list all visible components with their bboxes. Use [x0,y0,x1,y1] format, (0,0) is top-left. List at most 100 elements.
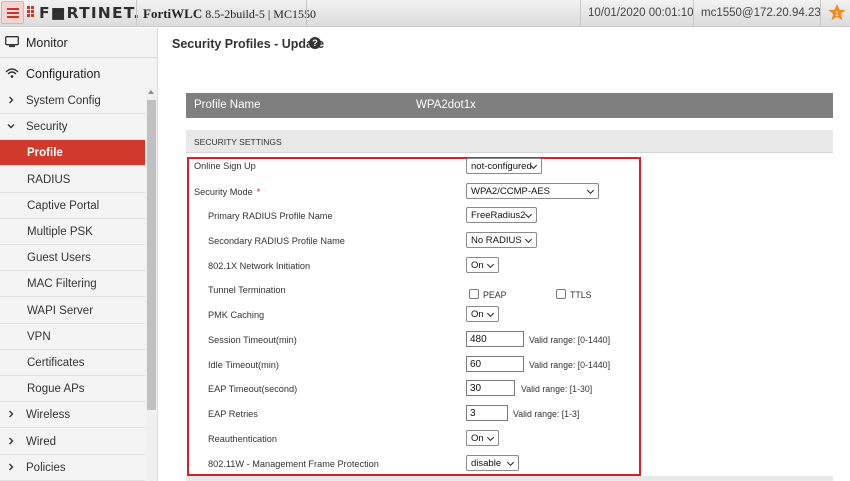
eap-timeout-label: EAP Timeout(second) [208,384,298,394]
security-mode-label: Security Mode * [194,187,261,197]
sidebar-item-label: Profile [27,147,63,160]
fortinet-logo-grid-icon [27,6,37,18]
idle-timeout-label: Idle Timeout(min) [208,360,279,370]
session-timeout-input[interactable] [466,331,524,347]
chevron-down-icon [486,433,495,442]
sidebar-item-label: Captive Portal [27,199,100,212]
logo-text: F■RTINET. [39,4,141,22]
eap-retries-hint: Valid range: [1-3] [513,409,580,419]
sidebar-item-security[interactable]: Security [0,114,145,141]
sidebar-item-label: Security [26,121,68,134]
sidebar-item-profile[interactable]: Profile [0,140,145,167]
session-timeout-label: Session Timeout(min) [208,335,297,345]
sidebar-configuration[interactable]: Configuration [0,59,158,89]
peap-checkbox[interactable] [469,289,479,299]
alert-star-icon[interactable]: 1 [827,3,847,23]
sidebar-item-mac-filtering[interactable]: MAC Filtering [0,271,145,298]
sidebar-item-radius[interactable]: RADIUS [0,166,145,193]
page-title: Security Profiles - Update [172,37,325,51]
sidebar-item-label: Certificates [27,357,85,369]
chevron-right-icon [9,463,14,471]
chevron-right-icon [9,96,14,104]
sidebar-item-label: Guest Users [27,252,91,265]
sidebar-item-label: Wireless [26,409,71,422]
sidebar-item-vpn[interactable]: VPN [0,323,145,350]
sidebar: Monitor Configuration System Config Secur… [0,28,158,481]
hamburger-menu-icon[interactable] [1,1,24,24]
sidebar-item-label: Policies [26,461,66,474]
sidebar-item-guest-users[interactable]: Guest Users [0,245,145,272]
chevron-down-icon [524,210,533,219]
chevron-down-icon [7,124,15,129]
chevron-right-icon [9,437,14,445]
profile-name-value: WPA2dot1x [416,99,476,111]
online-signup-label: Online Sign Up [194,161,256,171]
profile-name-label: Profile Name [194,99,261,111]
primary-radius-select[interactable]: FreeRadius2 [466,207,537,223]
datetime: 10/01/2020 00:01:10 [588,7,694,19]
product-version: 8.5-2build-5 | MC1550 [205,7,316,21]
sidebar-item-label: Multiple PSK [27,226,93,238]
sidebar-item-policies[interactable]: Policies [0,454,145,481]
sidebar-item-label: MAC Filtering [27,278,97,291]
sidebar-item-label: Wired [26,435,57,448]
chevron-right-icon [9,410,14,418]
sidebar-scrollbar[interactable] [146,88,157,481]
eap-retries-label: EAP Retries [208,409,258,419]
scroll-thumb[interactable] [147,100,156,410]
secondary-radius-select[interactable]: No RADIUS [466,232,537,248]
monitor-icon [5,36,19,48]
sidebar-item-label: System Config [26,95,101,107]
idle-timeout-hint: Valid range: [0-1440] [529,360,611,370]
ttls-checkbox[interactable] [556,289,566,299]
sidebar-item-system-config[interactable]: System Config [0,88,145,114]
sidebar-item-rogue-aps[interactable]: Rogue APs [0,376,145,403]
sidebar-item-wired[interactable]: Wired [0,428,145,455]
network-initiation-select[interactable]: On [466,257,499,273]
eap-timeout-input[interactable] [466,380,515,396]
help-icon[interactable]: ? [309,37,321,49]
peap-label: PEAP [483,290,507,300]
reauthentication-select[interactable]: On [466,430,499,446]
chevron-down-icon [524,235,533,244]
pmk-caching-select[interactable]: On [466,306,499,322]
chevron-down-icon [586,186,595,195]
security-mode-select[interactable]: WPA2/CCMP-AES [466,183,599,199]
idle-timeout-input[interactable] [466,356,524,372]
sidebar-monitor-label: Monitor [26,36,68,50]
secondary-radius-label: Secondary RADIUS Profile Name [208,236,345,246]
chevron-down-icon [486,260,495,269]
product-info: FortiWLC 8.5-2build-5 | MC1550 [143,6,316,22]
sidebar-item-label: WAPI Server [27,304,94,317]
eap-timeout-hint: Valid range: [1-30] [521,384,593,394]
sidebar-item-label: Rogue APs [27,383,85,396]
user-info[interactable]: mc1550@172.20.94.23 [701,7,821,19]
sidebar-item-captive-portal[interactable]: Captive Portal [0,192,145,219]
session-timeout-hint: Valid range: [0-1440] [529,335,611,345]
chevron-down-icon [506,458,515,467]
online-signup-select[interactable]: not-configured [466,158,542,174]
section-title: SECURITY SETTINGS [194,137,282,147]
tunnel-termination-label: Tunnel Termination [208,285,286,295]
sidebar-item-wapi-server[interactable]: WAPI Server [0,297,145,324]
sidebar-item-certificates[interactable]: Certificates [0,350,145,376]
primary-radius-label: Primary RADIUS Profile Name [208,211,333,221]
sidebar-item-wireless[interactable]: Wireless [0,402,145,429]
main-content: Security Profiles - Update ? Profile Nam… [159,28,850,481]
profile-name-bar: Profile Name WPA2dot1x [186,93,833,118]
top-bar: F■RTINET. FortiWLC 8.5-2build-5 | MC1550… [0,0,850,27]
network-initiation-label: 802.1X Network Initiation [208,261,311,271]
sidebar-item-label: VPN [27,330,51,343]
mfp-select[interactable]: disable [466,455,519,471]
sidebar-configuration-label: Configuration [26,67,101,81]
ttls-label: TTLS [570,290,592,300]
sidebar-monitor[interactable]: Monitor [0,28,158,58]
sidebar-item-multiple-psk[interactable]: Multiple PSK [0,219,145,245]
configuration-wifi-icon [5,68,19,78]
alert-count: 1 [835,11,839,18]
mfp-label: 802.11W - Management Frame Protection [208,459,379,469]
required-asterisk: * [256,187,261,197]
chevron-down-icon [486,309,495,318]
scroll-up-arrow-icon[interactable] [148,90,154,94]
eap-retries-input[interactable] [466,405,508,421]
